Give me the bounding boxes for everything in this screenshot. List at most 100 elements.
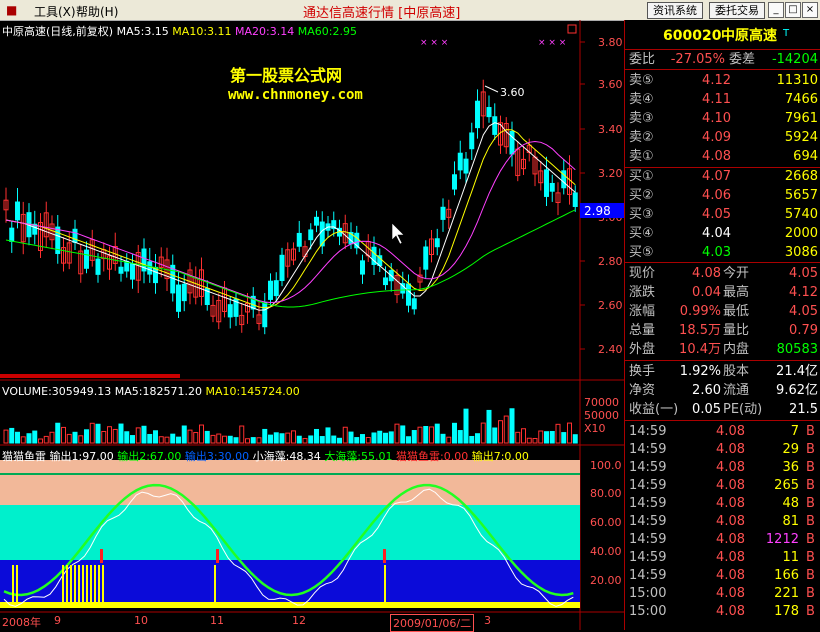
- buy-price: 4.06: [702, 188, 731, 203]
- candle-body: [423, 246, 429, 270]
- info-system-button[interactable]: 资讯系统: [647, 2, 703, 19]
- volume-bar: [49, 431, 55, 444]
- stats-value: 0.79: [789, 323, 818, 338]
- sell-row[interactable]: 卖④ 4.11 7466: [625, 91, 820, 108]
- date-axis-label: 10: [134, 614, 148, 627]
- stats-label: 最高: [723, 285, 750, 300]
- menu-help[interactable]: 帮助(H): [76, 3, 118, 20]
- ma-lines: [5, 122, 576, 311]
- band-upper: [0, 460, 580, 505]
- candle-body: [452, 174, 457, 190]
- volume-bar: [181, 425, 187, 444]
- app-icon[interactable]: ■: [6, 3, 17, 17]
- tick-row[interactable]: 14:59 4.08 7 B: [625, 423, 820, 440]
- signal-bar: [82, 565, 84, 605]
- minimize-button[interactable]: _: [768, 2, 784, 18]
- tick-price: 4.08: [716, 514, 745, 529]
- buy-label: 买②: [629, 188, 654, 203]
- candle-body: [457, 152, 463, 171]
- tick-time: 15:00: [629, 586, 667, 601]
- candle-body: [176, 284, 181, 312]
- volume-bar: [446, 436, 452, 444]
- volume-bar: [101, 430, 107, 444]
- maximize-button[interactable]: □: [785, 2, 801, 18]
- tick-volume: 81: [782, 514, 799, 529]
- tick-row[interactable]: 14:59 4.08 11 B: [625, 549, 820, 566]
- finance-label: 换手: [629, 364, 656, 379]
- volume-bar: [268, 434, 273, 444]
- tick-row[interactable]: 15:00 4.08 178 B: [625, 603, 820, 620]
- close-button[interactable]: ×: [802, 2, 818, 18]
- stock-flag: T: [783, 28, 790, 39]
- ma-label-0: MA5:3.15: [116, 25, 169, 38]
- finance-value: 2.60: [692, 383, 721, 398]
- indicator-label-7: 输出7:0.00: [471, 450, 529, 463]
- delegate-trade-button[interactable]: 委托交易: [709, 2, 765, 19]
- price-axis-label: 2.60: [598, 299, 623, 312]
- tick-price: 4.08: [716, 442, 745, 457]
- sell-row[interactable]: 卖⑤ 4.12 11310: [625, 72, 820, 89]
- tick-row[interactable]: 14:59 4.08 265 B: [625, 477, 820, 494]
- volume-bar: [273, 432, 279, 444]
- menu-tools[interactable]: 工具(X): [34, 3, 76, 20]
- tick-row[interactable]: 15:00 4.08 221 B: [625, 585, 820, 602]
- volume-bar: [492, 427, 498, 444]
- volume-axis-label: 50000: [584, 409, 619, 422]
- volume-bar: [480, 422, 486, 444]
- volume-bar: [498, 420, 503, 444]
- tick-direction: B: [806, 550, 815, 565]
- stats-label: 总量: [629, 323, 656, 338]
- sell-row[interactable]: 卖① 4.08 694: [625, 148, 820, 165]
- volume-bar: [38, 438, 43, 444]
- stats-value: 4.12: [789, 285, 818, 300]
- sell-label: 卖⑤: [629, 73, 654, 88]
- signal-red-bar: [216, 549, 219, 563]
- sell-row[interactable]: 卖② 4.09 5924: [625, 129, 820, 146]
- tick-row[interactable]: 14:59 4.08 48 B: [625, 495, 820, 512]
- stats-label: 量比: [723, 323, 750, 338]
- tick-direction: B: [806, 532, 815, 547]
- candle-body: [486, 107, 492, 118]
- volume-bar: [118, 423, 124, 444]
- volume-bar: [89, 422, 95, 444]
- volume-bar: [199, 424, 204, 444]
- tick-price: 4.08: [716, 568, 745, 583]
- corner-box: [567, 24, 577, 34]
- buy-row[interactable]: 买② 4.06 5657: [625, 187, 820, 204]
- buy-qty: 2668: [784, 169, 818, 184]
- tick-time: 14:59: [629, 424, 667, 439]
- buy-row[interactable]: 买① 4.07 2668: [625, 168, 820, 185]
- stats-value: 4.05: [789, 266, 818, 281]
- candle-body: [118, 266, 124, 274]
- sell-row[interactable]: 卖③ 4.10 7961: [625, 110, 820, 127]
- buy-row[interactable]: 买③ 4.05 5740: [625, 206, 820, 223]
- volume-bar: [325, 427, 331, 444]
- volume-bar: [222, 435, 227, 444]
- volume-bar: [302, 438, 308, 444]
- chart-title: 中原高速(日线,前复权): [2, 25, 114, 38]
- sell-qty: 11310: [776, 73, 818, 88]
- chart-canvas[interactable]: 3.803.603.403.203.002.802.602.40 × × × ×…: [0, 20, 624, 630]
- candle-body: [440, 206, 446, 220]
- signal-markers: × × ×: [420, 38, 448, 48]
- signal-bar: [86, 565, 88, 605]
- candle-body: [406, 283, 411, 306]
- stats-label: 涨幅: [629, 304, 656, 319]
- stock-code: 600020: [663, 28, 722, 44]
- volume-bar: [141, 425, 147, 444]
- tick-row[interactable]: 14:59 4.08 1212 B: [625, 531, 820, 548]
- tick-row[interactable]: 14:59 4.08 36 B: [625, 459, 820, 476]
- finance-value: 21.5: [789, 402, 818, 417]
- tick-time: 14:59: [629, 532, 667, 547]
- tick-row[interactable]: 14:59 4.08 29 B: [625, 441, 820, 458]
- tick-row[interactable]: 14:59 4.08 81 B: [625, 513, 820, 530]
- tick-row[interactable]: 14:59 4.08 166 B: [625, 567, 820, 584]
- buy-price: 4.07: [702, 169, 731, 184]
- buy-row[interactable]: 买④ 4.04 2000: [625, 225, 820, 242]
- price-axis-label: 2.80: [598, 255, 623, 268]
- candle-body: [130, 263, 135, 280]
- chart-area[interactable]: 3.803.603.403.203.002.802.602.40 × × × ×…: [0, 20, 624, 632]
- volume-bar: [66, 433, 72, 444]
- date-axis-label: 3: [484, 614, 491, 627]
- buy-row[interactable]: 买⑤ 4.03 3086: [625, 244, 820, 261]
